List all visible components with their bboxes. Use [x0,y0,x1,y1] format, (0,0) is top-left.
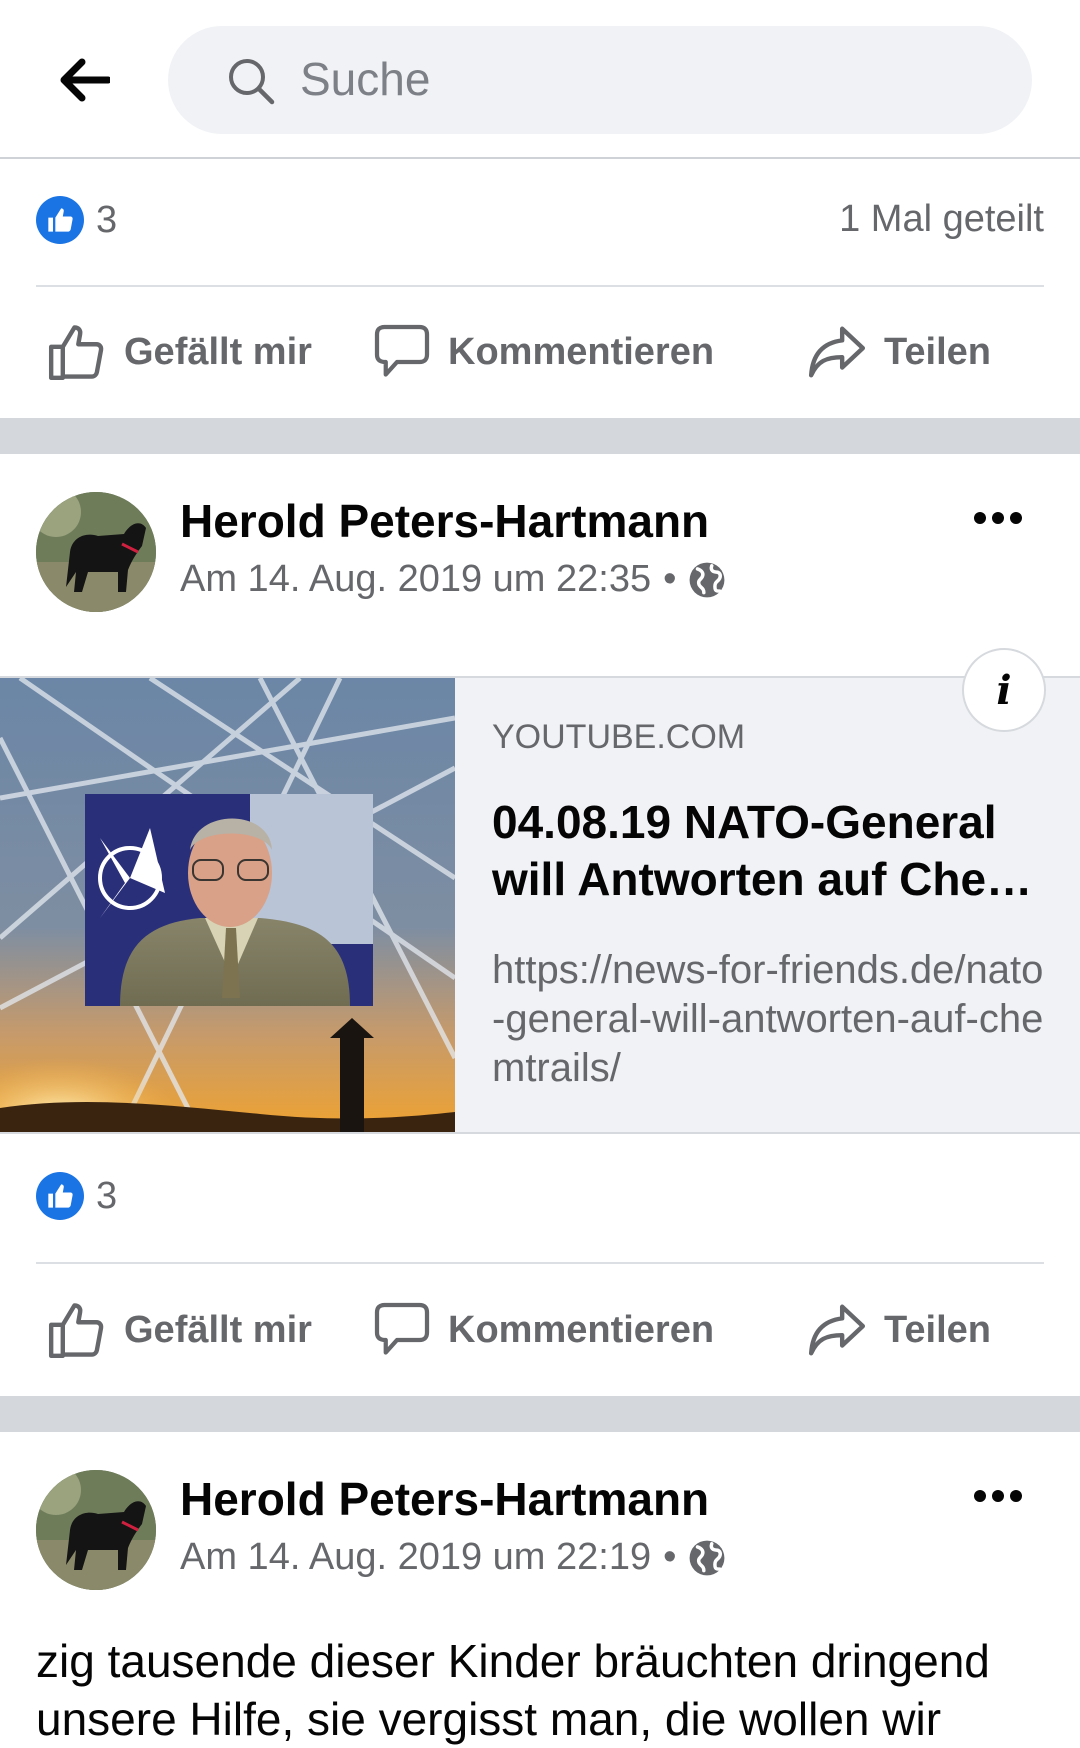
reaction-summary[interactable]: 3 [36,192,117,248]
share-icon [808,326,866,378]
post-meta: Am 14. Aug. 2019 um 22:35 • [180,558,726,601]
search-icon [229,59,275,105]
more-icon[interactable] [972,1488,1024,1504]
avatar[interactable] [36,1470,156,1590]
top-bar: Suche [0,0,1080,159]
post-header: Herold Peters-Hartmann Am 14. Aug. 2019 … [0,492,1080,632]
meta-dot: • [663,558,677,600]
share-button[interactable]: Teilen [806,292,991,412]
post-header: Herold Peters-Hartmann Am 14. Aug. 2019 … [0,1470,1080,1610]
divider [36,285,1044,287]
post-author[interactable]: Herold Peters-Hartmann [180,494,709,548]
reaction-summary[interactable]: 3 [36,1168,117,1224]
action-bar: Gefällt mir Kommentieren Teilen [0,1270,1080,1390]
post-timestamp[interactable]: Am 14. Aug. 2019 um 22:35 [180,558,651,601]
reaction-count: 3 [96,1174,118,1217]
search-placeholder: Suche [300,53,431,105]
link-thumbnail [0,678,455,1132]
share-label: Teilen [884,1308,991,1351]
divider [36,1262,1044,1264]
like-badge-icon [36,1172,84,1220]
search-input[interactable]: Suche [168,26,1032,134]
link-url: https://news-for-friends.de/nato-general… [492,948,1044,1090]
post-text: zig tausende dieser Kinder bräuchten dri… [36,1635,990,1745]
link-title: 04.08.19 NATO-General will Antworten auf… [492,796,1033,905]
back-arrow-icon [60,58,110,102]
thumbs-up-icon [48,1303,104,1359]
post-meta: Am 14. Aug. 2019 um 22:19 • [180,1536,726,1579]
action-bar: Gefällt mir Kommentieren Teilen [0,292,1080,412]
link-domain: YOUTUBE.COM [492,718,746,756]
comment-label: Kommentieren [448,330,715,373]
globe-icon [690,562,725,597]
like-button[interactable]: Gefällt mir [46,1270,312,1390]
feed-separator [0,1396,1080,1432]
like-label: Gefällt mir [124,1308,312,1351]
meta-dot: • [663,1536,677,1578]
like-button[interactable]: Gefällt mir [46,292,312,412]
post-timestamp[interactable]: Am 14. Aug. 2019 um 22:19 [180,1536,651,1579]
share-count[interactable]: 1 Mal geteilt [839,198,1044,241]
link-preview-card[interactable]: YOUTUBE.COM 04.08.19 NATO-General will A… [0,676,1080,1134]
info-icon[interactable]: i [962,648,1046,732]
comment-icon [374,324,430,377]
comment-label: Kommentieren [448,1308,715,1351]
comment-button[interactable]: Kommentieren [372,1270,714,1390]
share-label: Teilen [884,330,991,373]
comment-icon [374,1302,430,1355]
reaction-count: 3 [96,198,118,241]
share-button[interactable]: Teilen [806,1270,991,1390]
avatar[interactable] [36,492,156,612]
like-label: Gefällt mir [124,330,312,373]
comment-button[interactable]: Kommentieren [372,292,714,412]
back-button[interactable] [52,52,116,108]
globe-icon [690,1540,725,1575]
post-author[interactable]: Herold Peters-Hartmann [180,1472,709,1526]
more-icon[interactable] [972,510,1024,526]
feed-separator [0,418,1080,454]
share-icon [808,1304,866,1356]
like-badge-icon [36,196,84,244]
thumbs-up-icon [48,325,104,381]
